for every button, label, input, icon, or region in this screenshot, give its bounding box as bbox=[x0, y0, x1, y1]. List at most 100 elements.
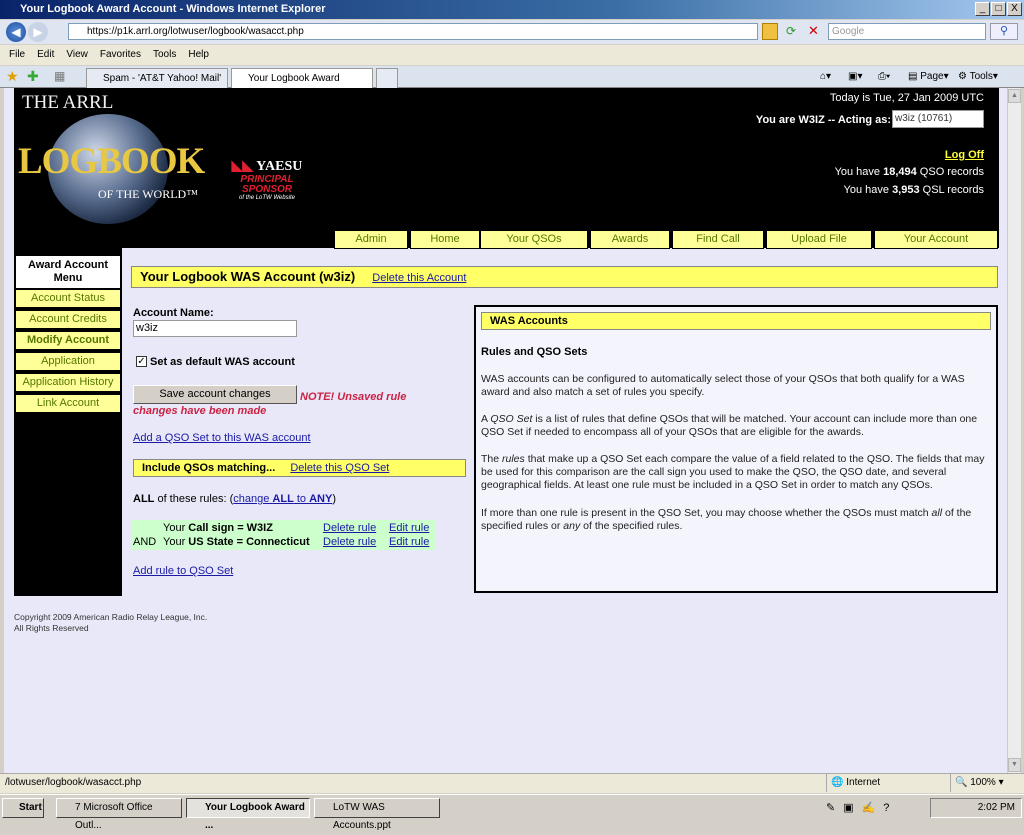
add-qso-set-link[interactable]: Add a QSO Set to this WAS account bbox=[133, 432, 311, 444]
back-button[interactable]: ◀ bbox=[6, 22, 26, 42]
nav-your-qsos[interactable]: Your QSOs bbox=[480, 230, 588, 249]
print-icon[interactable]: ⎙▾ bbox=[878, 70, 890, 84]
qsl-prefix: You have bbox=[843, 184, 893, 196]
scroll-down-button[interactable]: ▼ bbox=[1008, 758, 1021, 772]
nav-home[interactable]: Home bbox=[410, 230, 480, 249]
search-icon[interactable]: ⚲ bbox=[990, 23, 1018, 40]
qsl-count: 3,953 bbox=[892, 184, 920, 196]
scroll-up-button[interactable]: ▲ bbox=[1008, 89, 1021, 103]
help-panel: WAS Accounts Rules and QSO Sets WAS acco… bbox=[474, 305, 998, 593]
edit-rule-link[interactable]: Edit rule bbox=[389, 521, 429, 535]
taskbar-item-ie[interactable]: Your Logbook Award ... bbox=[186, 798, 310, 831]
tab-label: Spam - 'AT&T Yahoo! Mail' bbox=[103, 73, 222, 84]
taskbar-item-ppt[interactable]: LoTW WAS Accounts.ppt bbox=[314, 798, 440, 831]
zoom-control[interactable]: 🔍 100% ▾ bbox=[950, 774, 1004, 792]
menu-bar: File Edit View Favorites Tools Help bbox=[0, 45, 1024, 65]
menu-help[interactable]: Help bbox=[188, 49, 209, 60]
minimize-button[interactable]: _ bbox=[975, 2, 990, 16]
menu-favorites[interactable]: Favorites bbox=[100, 49, 141, 60]
default-checkbox[interactable]: ✓ bbox=[136, 356, 147, 367]
nav-awards[interactable]: Awards bbox=[590, 230, 670, 249]
qso-records: You have 18,494 QSO records bbox=[835, 166, 984, 178]
qso-prefix: You have bbox=[834, 166, 884, 178]
lock-icon[interactable] bbox=[762, 23, 778, 40]
account-name-input[interactable]: w3iz bbox=[133, 320, 297, 337]
home-icon[interactable]: ⌂▾ bbox=[820, 70, 831, 84]
feeds-icon[interactable]: ▣▾ bbox=[848, 70, 862, 84]
footer: Copyright 2009 American Radio Relay Leag… bbox=[14, 612, 207, 634]
tab-logbook[interactable]: Your Logbook Award Acc...x bbox=[231, 68, 373, 103]
add-rule-link[interactable]: Add rule to QSO Set bbox=[133, 565, 233, 577]
quick-tabs-icon[interactable]: ▦ bbox=[54, 69, 65, 83]
nav-your-account[interactable]: Your Account bbox=[874, 230, 998, 249]
window-controls: _ □ X bbox=[975, 2, 1022, 16]
default-checkbox-label: Set as default WAS account bbox=[150, 356, 295, 368]
menu-tools[interactable]: Tools bbox=[153, 49, 176, 60]
add-favorite-icon[interactable]: ✚ bbox=[27, 68, 39, 85]
stop-icon[interactable]: ✕ bbox=[808, 23, 819, 39]
taskbar-item-outlook[interactable]: 7 Microsoft Office Outl... bbox=[56, 798, 182, 831]
delete-rule-link[interactable]: Delete rule bbox=[323, 535, 376, 549]
help-paragraph: WAS accounts can be configured to automa… bbox=[481, 373, 965, 398]
tab-yahoo-mail[interactable]: Spam - 'AT&T Yahoo! Mail' bbox=[86, 68, 228, 88]
address-input[interactable]: https://p1k.arrl.org/lotwuser/logbook/wa… bbox=[68, 23, 758, 40]
refresh-icon[interactable]: ⟳ bbox=[786, 24, 796, 38]
favorites-star-icon[interactable]: ★ bbox=[6, 68, 19, 85]
site-header: THE ARRL LOGBOOK OF THE WORLD™ ◣◣ YAESU … bbox=[14, 88, 999, 249]
log-off-link[interactable]: Log Off bbox=[945, 149, 984, 161]
search-input[interactable]: Google bbox=[828, 23, 986, 40]
quick-launch-icons[interactable]: ✎▣✍? bbox=[826, 801, 897, 814]
menu-edit[interactable]: Edit bbox=[37, 49, 54, 60]
change-all-to-any-link[interactable]: change ALL to ANY bbox=[233, 493, 332, 505]
menu-file[interactable]: File bbox=[9, 49, 25, 60]
qso-suffix: QSO records bbox=[916, 166, 984, 178]
yaesu-sponsor-logo: ◣◣ YAESU PRINCIPAL SPONSOR of the LoTW We… bbox=[231, 159, 303, 201]
lotw-logo: THE ARRL LOGBOOK OF THE WORLD™ bbox=[18, 92, 205, 224]
tools-label: Tools bbox=[969, 71, 993, 82]
page-label: Page bbox=[920, 71, 944, 82]
nav-admin[interactable]: Admin bbox=[334, 230, 408, 249]
sidebar-item-link-account[interactable]: Link Account bbox=[16, 395, 120, 412]
rule-row: Your Call sign = W3IZ Delete rule Edit r… bbox=[132, 521, 435, 535]
copyright: Copyright 2009 American Radio Relay Leag… bbox=[14, 612, 208, 622]
clock: 2:02 PM bbox=[977, 802, 1015, 813]
tools-menu[interactable]: ⚙ Tools▾ bbox=[958, 70, 998, 84]
rule-conjunction: AND bbox=[133, 536, 157, 548]
rule-field: Call sign = W3IZ bbox=[188, 522, 273, 534]
forward-button[interactable]: ▶ bbox=[28, 22, 48, 42]
menu-view[interactable]: View bbox=[66, 49, 88, 60]
sidebar-title: Award Account Menu bbox=[16, 256, 120, 288]
start-label: Start bbox=[19, 802, 42, 813]
qso-count: 18,494 bbox=[883, 166, 917, 178]
sidebar-item-modify-account[interactable]: Modify Account bbox=[16, 332, 120, 349]
award-sidebar: Award Account Menu Account Status Accoun… bbox=[14, 248, 122, 596]
account-name-label: Account Name: bbox=[133, 307, 214, 319]
start-button[interactable]: Start bbox=[2, 798, 44, 818]
change-text: change bbox=[233, 493, 273, 505]
nav-find-call[interactable]: Find Call bbox=[672, 230, 764, 249]
unsaved-note: NOTE! Unsaved rule changes have been mad… bbox=[133, 391, 407, 417]
page-menu[interactable]: ▤ Page▾ bbox=[908, 70, 949, 84]
window-title: Your Logbook Award Account - Windows Int… bbox=[0, 0, 1024, 19]
close-button[interactable]: X bbox=[1007, 2, 1022, 16]
delete-qso-set-link[interactable]: Delete this QSO Set bbox=[290, 462, 389, 474]
rule-prefix: Your bbox=[163, 536, 189, 548]
delete-rule-link[interactable]: Delete rule bbox=[323, 521, 376, 535]
new-tab-button[interactable] bbox=[376, 68, 398, 88]
rights-reserved: All Rights Reserved bbox=[14, 623, 89, 633]
sidebar-item-account-status[interactable]: Account Status bbox=[16, 290, 120, 307]
edit-rule-link[interactable]: Edit rule bbox=[389, 535, 429, 549]
sidebar-item-application[interactable]: Application bbox=[16, 353, 120, 370]
delete-account-link[interactable]: Delete this Account bbox=[372, 272, 466, 284]
security-zone: 🌐 Internet bbox=[826, 774, 946, 792]
sidebar-item-application-history[interactable]: Application History bbox=[16, 374, 120, 391]
acting-as-input[interactable]: w3iz (10761) bbox=[892, 110, 984, 128]
vertical-scrollbar[interactable]: ▲ ▼ bbox=[1007, 88, 1021, 773]
sidebar-item-account-credits[interactable]: Account Credits bbox=[16, 311, 120, 328]
help-paragraph: A QSO Set is a list of rules that define… bbox=[481, 413, 978, 438]
maximize-button[interactable]: □ bbox=[991, 2, 1006, 16]
rules-close: ) bbox=[332, 493, 337, 505]
rule-field: US State = Connecticut bbox=[188, 536, 310, 548]
zone-label: Internet bbox=[846, 777, 881, 788]
nav-upload-file[interactable]: Upload File bbox=[766, 230, 872, 249]
